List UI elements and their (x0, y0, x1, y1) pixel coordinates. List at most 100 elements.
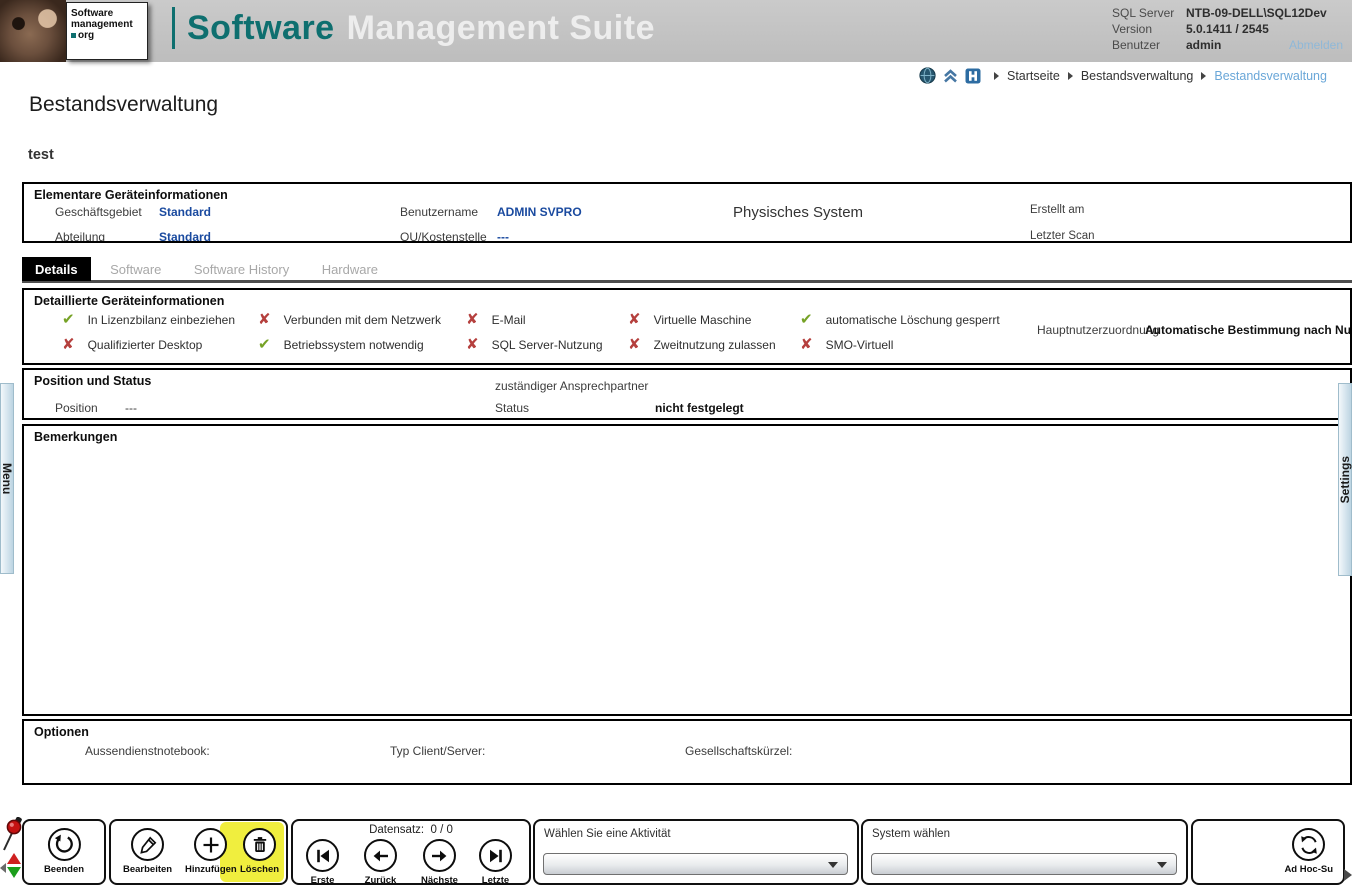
breadcrumb-item-current[interactable]: Bestandsverwaltung (1214, 69, 1327, 83)
remarks-panel: Bemerkungen (22, 424, 1352, 716)
panel-title: Detaillierte Geräteinformationen (34, 294, 224, 308)
app-title: Software Management Suite (172, 7, 655, 49)
logo-square-icon (71, 33, 76, 38)
cross-icon: ✘ (628, 337, 641, 353)
breadcrumb-arrow-icon (994, 72, 999, 80)
sql-server-value: NTB-09-DELL\SQL12Dev (1186, 6, 1327, 20)
globe-icon[interactable] (919, 67, 936, 89)
toolbar-group-navigation: Datensatz: 0 / 0 Erste Zurück Nächste Le… (291, 819, 531, 885)
toolbar-group-edit: Bearbeiten Hinzufügen Löschen (109, 819, 288, 885)
panel-title: Position und Status (34, 374, 151, 388)
field-company-code-label: Gesellschaftskürzel: (685, 744, 792, 758)
logo-line: org (71, 30, 143, 41)
flag-item: ✘SQL Server-Nutzung (466, 337, 628, 353)
flag-item: ✘SMO-Virtuell (800, 337, 893, 353)
menu-side-tab[interactable]: Menu (0, 383, 14, 574)
pin-icon[interactable] (1, 817, 23, 858)
toolbar-group-adhoc: Ad Hoc-Su (1191, 819, 1345, 885)
tab-hardware[interactable]: Hardware (309, 257, 391, 281)
version-label: Version (1112, 22, 1186, 36)
next-record-button[interactable]: Nächste (421, 839, 458, 886)
flag-item: ✔Betriebssystem notwendig (258, 337, 466, 353)
settings-side-tab[interactable]: Settings (1338, 383, 1352, 576)
breadcrumb-item-startseite[interactable]: Startseite (1007, 69, 1060, 83)
flag-item: ✘Verbunden mit dem Netzwerk (258, 312, 466, 328)
refresh-icon (1292, 828, 1325, 861)
version-value: 5.0.1411 / 2545 (1186, 22, 1327, 36)
username-label: Benutzername (400, 205, 478, 219)
record-name: test (28, 147, 54, 163)
help-icon[interactable] (965, 68, 981, 89)
app-title-secondary: Management Suite (347, 9, 655, 48)
trash-icon (243, 828, 276, 861)
position-value: --- (125, 401, 137, 415)
header-banner: Software management org Software Managem… (0, 0, 1352, 62)
business-area-label: Geschäftsgebiet (55, 205, 142, 219)
contact-label: zuständiger Ansprechpartner (495, 379, 648, 393)
adhoc-search-button[interactable]: Ad Hoc-Su (1284, 828, 1333, 875)
header-photo (0, 0, 66, 62)
username-value[interactable]: ADMIN SVPRO (497, 205, 582, 219)
tab-software[interactable]: Software (97, 257, 174, 281)
system-select[interactable] (871, 853, 1177, 875)
toolbar-down-arrow-icon[interactable] (7, 867, 21, 878)
tab-software-history[interactable]: Software History (181, 257, 302, 281)
ou-label: OU/Kostenstelle (400, 230, 487, 243)
breadcrumb-item-bestandsverwaltung[interactable]: Bestandsverwaltung (1081, 69, 1194, 83)
panel-title: Elementare Geräteinformationen (34, 188, 228, 202)
cross-icon: ✘ (800, 337, 813, 353)
collapse-left-icon[interactable] (0, 863, 6, 873)
flag-item: ✘Zweitnutzung zulassen (628, 337, 800, 353)
arrow-right-icon (423, 839, 456, 872)
department-value[interactable]: Standard (159, 230, 211, 243)
elementary-info-panel: Elementare Geräteinformationen Geschäfts… (22, 182, 1352, 243)
department-label: Abteilung (55, 230, 105, 243)
field-client-server-label: Typ Client/Server: (390, 744, 485, 758)
toolbar-group-exit: Beenden (22, 819, 106, 885)
chevron-down-icon (828, 862, 838, 868)
last-scan-label: Letzter Scan (1030, 230, 1095, 242)
business-area-value[interactable]: Standard (159, 205, 211, 219)
logout-link[interactable]: Abmelden (1289, 38, 1343, 52)
toolbar-group-activity: Wählen Sie eine Aktivität (533, 819, 859, 885)
arrow-left-icon (364, 839, 397, 872)
chevron-down-icon (1157, 862, 1167, 868)
plus-icon (194, 828, 227, 861)
panel-title: Optionen (34, 725, 89, 739)
exit-button[interactable]: Beenden (44, 828, 84, 875)
ou-value[interactable]: --- (497, 230, 509, 243)
system-type: Physisches System (733, 204, 863, 221)
toolbar-expand-right-icon[interactable] (1344, 869, 1352, 881)
toolbar-up-arrow-icon[interactable] (7, 853, 21, 864)
flag-item: ✔In Lizenzbilanz einbeziehen (62, 312, 258, 328)
flag-item: ✘E-Mail (466, 312, 628, 328)
activity-select[interactable] (543, 853, 848, 875)
system-select-label: System wählen (872, 828, 950, 840)
tab-details[interactable]: Details (22, 257, 91, 281)
add-button[interactable]: Hinzufügen (185, 828, 237, 875)
last-record-button[interactable]: Letzte (479, 839, 512, 886)
position-label: Position (55, 401, 98, 415)
flag-row: ✔In Lizenzbilanz einbeziehen ✘Verbunden … (62, 312, 1050, 328)
delete-button[interactable]: Löschen (240, 828, 279, 875)
flag-row: ✘Qualifizierter Desktop ✔Betriebssystem … (62, 337, 1050, 353)
activity-select-label: Wählen Sie eine Aktivität (544, 828, 671, 840)
home-icon[interactable] (942, 68, 959, 89)
options-panel: Optionen Aussendienstnotebook: Typ Clien… (22, 719, 1352, 785)
main-user-label: Hauptnutzerzuordnung (1037, 323, 1159, 337)
status-label: Status (495, 401, 529, 415)
skip-last-icon (479, 839, 512, 872)
cross-icon: ✘ (628, 312, 641, 328)
check-icon: ✔ (800, 312, 813, 328)
edit-button[interactable]: Bearbeiten (123, 828, 172, 875)
skip-first-icon (306, 839, 339, 872)
pencil-icon (131, 828, 164, 861)
check-icon: ✔ (62, 312, 75, 328)
previous-record-button[interactable]: Zurück (364, 839, 397, 886)
sql-server-label: SQL Server (1112, 6, 1186, 20)
logo-line: management (71, 19, 143, 30)
first-record-button[interactable]: Erste (306, 839, 339, 886)
tab-bar: Details Software Software History Hardwa… (22, 257, 1352, 283)
app-title-primary: Software (187, 9, 335, 48)
status-value: nicht festgelegt (655, 401, 744, 415)
